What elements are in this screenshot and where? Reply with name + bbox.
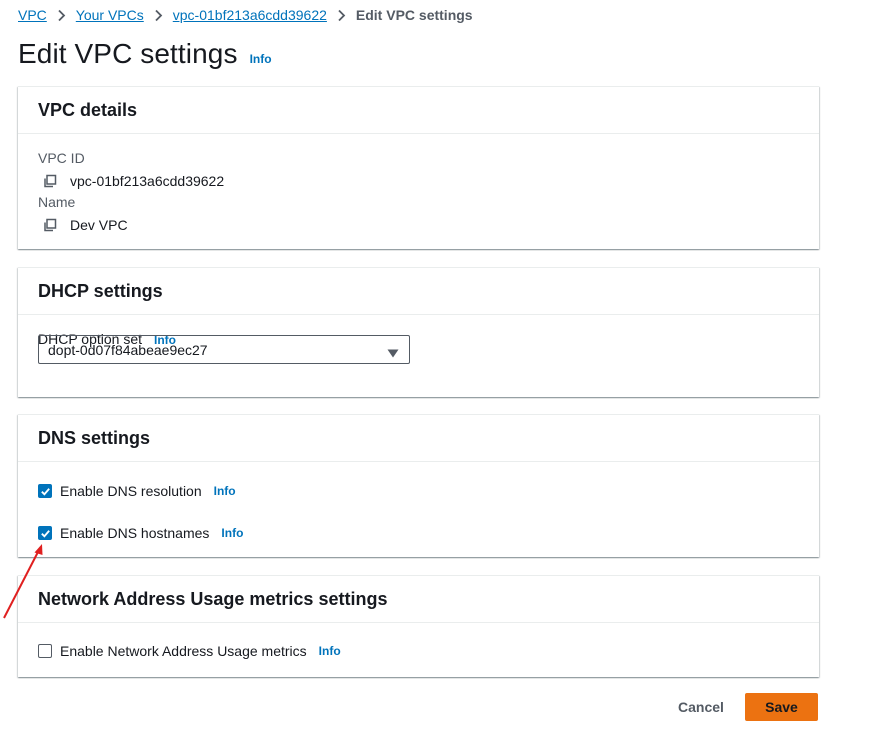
page-info-link[interactable]: Info bbox=[250, 52, 272, 66]
nau-metrics-title: Network Address Usage metrics settings bbox=[38, 588, 388, 609]
name-value: Dev VPC bbox=[70, 217, 128, 233]
check-icon bbox=[40, 529, 50, 538]
dns-hostnames-checkbox[interactable] bbox=[38, 526, 52, 540]
breadcrumb-vpc-id[interactable]: vpc-01bf213a6cdd39622 bbox=[173, 7, 327, 23]
check-icon bbox=[40, 487, 50, 496]
dhcp-option-set-select[interactable]: dopt-0d07f84abeae9ec27 bbox=[38, 335, 410, 364]
chevron-right-icon bbox=[337, 9, 346, 22]
dns-hostnames-row: Enable DNS hostnames Info bbox=[38, 525, 243, 541]
dns-resolution-info-link[interactable]: Info bbox=[214, 484, 236, 498]
copy-icon[interactable] bbox=[42, 173, 58, 189]
dhcp-option-set-value: dopt-0d07f84abeae9ec27 bbox=[48, 341, 208, 358]
name-label: Name bbox=[38, 194, 76, 210]
dns-resolution-label: Enable DNS resolution bbox=[60, 483, 202, 499]
nau-metrics-checkbox[interactable] bbox=[38, 644, 52, 658]
dns-resolution-checkbox[interactable] bbox=[38, 484, 52, 498]
breadcrumb-vpc[interactable]: VPC bbox=[18, 7, 47, 23]
nau-metrics-panel: Network Address Usage metrics settings E… bbox=[18, 575, 819, 677]
nau-metrics-label: Enable Network Address Usage metrics bbox=[60, 643, 307, 659]
breadcrumb-your-vpcs[interactable]: Your VPCs bbox=[76, 7, 144, 23]
breadcrumb-current: Edit VPC settings bbox=[355, 7, 473, 23]
breadcrumb: VPC Your VPCs vpc-01bf213a6cdd39622 Edit… bbox=[18, 6, 473, 24]
dns-hostnames-info-link[interactable]: Info bbox=[221, 526, 243, 540]
dns-hostnames-label: Enable DNS hostnames bbox=[60, 525, 210, 541]
nau-metrics-info-link[interactable]: Info bbox=[319, 644, 341, 658]
dns-resolution-row: Enable DNS resolution Info bbox=[38, 483, 236, 499]
save-button[interactable]: Save bbox=[745, 693, 818, 721]
vpc-id-value: vpc-01bf213a6cdd39622 bbox=[70, 173, 225, 189]
dns-settings-header: DNS settings bbox=[18, 415, 819, 462]
chevron-right-icon bbox=[154, 9, 163, 22]
cancel-button[interactable]: Cancel bbox=[668, 693, 734, 721]
copy-icon[interactable] bbox=[42, 217, 58, 233]
dns-settings-title: DNS settings bbox=[38, 427, 151, 448]
dhcp-settings-header: DHCP settings bbox=[18, 268, 819, 315]
chevron-right-icon bbox=[57, 9, 66, 22]
vpc-id-label: VPC ID bbox=[38, 150, 85, 166]
nau-metrics-header: Network Address Usage metrics settings bbox=[18, 576, 819, 623]
nau-metrics-row: Enable Network Address Usage metrics Inf… bbox=[38, 643, 341, 659]
page-header: Edit VPC settings Info bbox=[18, 38, 272, 70]
name-value-row: Dev VPC bbox=[38, 215, 128, 235]
dhcp-settings-title: DHCP settings bbox=[38, 280, 163, 301]
vpc-id-value-row: vpc-01bf213a6cdd39622 bbox=[38, 171, 224, 191]
dns-settings-panel: DNS settings Enable DNS resolution Info … bbox=[18, 414, 819, 557]
vpc-details-title: VPC details bbox=[38, 99, 138, 120]
caret-down-icon bbox=[387, 345, 399, 358]
vpc-details-panel: VPC details VPC ID vpc-01bf213a6cdd39622… bbox=[18, 86, 819, 249]
vpc-details-header: VPC details bbox=[18, 87, 819, 134]
page-title: Edit VPC settings bbox=[18, 38, 238, 69]
dhcp-settings-panel: DHCP settings DHCP option set Info dopt-… bbox=[18, 267, 819, 397]
